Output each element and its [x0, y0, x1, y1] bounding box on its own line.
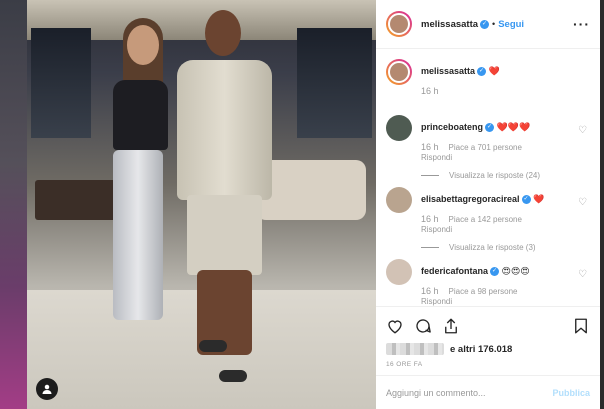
post-photo[interactable] — [27, 0, 376, 409]
bookmark-icon[interactable] — [572, 317, 590, 335]
post-timestamp[interactable]: 16 ORE FA — [386, 361, 590, 368]
photo-window — [297, 28, 372, 138]
photo-person-head — [127, 25, 159, 65]
photo-person-head — [205, 10, 241, 56]
verified-badge-icon: ✓ — [485, 123, 495, 133]
avatar[interactable] — [386, 11, 412, 37]
post-username[interactable]: melissasatta — [421, 19, 478, 30]
caption-text: ❤️ — [488, 66, 500, 76]
heart-outline-icon[interactable]: ♡ — [578, 197, 588, 208]
caption: melissasatta ✓ ❤️ 16 h — [386, 59, 590, 115]
blurred-username — [386, 343, 444, 355]
post-header: melissasatta ✓ • Segui ··· — [376, 0, 600, 49]
view-replies-button[interactable]: Visualizza le risposte (3) — [449, 243, 536, 252]
comment-text: ❤️ — [533, 194, 545, 204]
photo-sofa — [256, 160, 366, 220]
avatar[interactable] — [386, 115, 412, 141]
photo-shoe — [199, 340, 227, 352]
comment-username[interactable]: federicafontana — [421, 266, 488, 276]
reply-button[interactable]: Rispondi — [421, 153, 452, 162]
photo-person-pants — [113, 150, 163, 320]
photo-person-shorts — [187, 195, 262, 275]
comment-text: ❤️❤️❤️ — [496, 122, 531, 132]
list-item: elisabettagregoracireal ✓ ❤️ 16 h Piace a … — [386, 187, 590, 259]
separator-dot: • — [492, 19, 496, 29]
photo-shoe — [219, 370, 247, 382]
avatar[interactable] — [386, 259, 412, 285]
more-options-icon[interactable]: ··· — [573, 16, 590, 32]
avatar[interactable] — [386, 59, 412, 85]
share-icon[interactable] — [442, 317, 460, 335]
person-icon — [42, 384, 52, 394]
heart-outline-icon[interactable]: ♡ — [578, 269, 588, 280]
comment-text: 😍😍😍 — [501, 266, 530, 276]
comment-likes[interactable]: Piace a 98 persone — [449, 287, 518, 296]
comment-time[interactable]: 16 h — [421, 214, 439, 224]
divider — [421, 175, 439, 176]
verified-badge-icon: ✓ — [521, 195, 531, 205]
verified-badge-icon: ✓ — [490, 267, 500, 277]
comment-username[interactable]: princeboateng — [421, 122, 483, 132]
likes-summary[interactable]: e altri 176.018 — [386, 343, 590, 355]
caption-username[interactable]: melissasatta — [421, 66, 475, 76]
publish-button[interactable]: Pubblica — [552, 388, 590, 398]
caption-time[interactable]: 16 h — [421, 86, 439, 96]
tagged-users-button[interactable] — [36, 378, 58, 400]
verified-badge-icon: ✓ — [477, 67, 487, 77]
comment-username[interactable]: elisabettagregoracireal — [421, 194, 520, 204]
verified-badge-icon: ✓ — [480, 19, 490, 29]
comments-list[interactable]: melissasatta ✓ ❤️ 16 h princeboateng ✓ ❤️❤… — [376, 49, 600, 306]
post-actions: e altri 176.018 16 ORE FA — [376, 306, 600, 375]
divider — [421, 247, 439, 248]
likes-count[interactable]: e altri 176.018 — [450, 344, 512, 355]
comment-icon[interactable] — [414, 317, 432, 335]
comment-likes[interactable]: Piace a 701 persone — [449, 143, 522, 152]
post-detail-panel: melissasatta ✓ • Segui ··· melissasatta ✓… — [376, 0, 600, 409]
add-comment-bar: Pubblica — [376, 375, 600, 409]
comment-input[interactable] — [386, 387, 553, 398]
heart-outline-icon[interactable]: ♡ — [578, 125, 588, 136]
follow-button[interactable]: Segui — [498, 19, 524, 30]
list-item: federicafontana ✓ 😍😍😍 16 h Piace a 98 pers… — [386, 259, 590, 306]
comment-time[interactable]: 16 h — [421, 286, 439, 296]
photo-window — [31, 28, 91, 138]
view-replies-button[interactable]: Visualizza le risposte (24) — [449, 171, 540, 180]
background-page-strip — [0, 0, 27, 409]
avatar[interactable] — [386, 187, 412, 213]
reply-button[interactable]: Rispondi — [421, 297, 452, 306]
photo-person-suit — [177, 60, 272, 200]
list-item: princeboateng ✓ ❤️❤️❤️ 16 h Piace a 701 pe… — [386, 115, 590, 187]
comment-likes[interactable]: Piace a 142 persone — [449, 215, 522, 224]
reply-button[interactable]: Rispondi — [421, 225, 452, 234]
photo-person-top — [113, 80, 168, 150]
background-page-edge — [600, 0, 604, 409]
heart-icon[interactable] — [386, 317, 404, 335]
comment-time[interactable]: 16 h — [421, 142, 439, 152]
